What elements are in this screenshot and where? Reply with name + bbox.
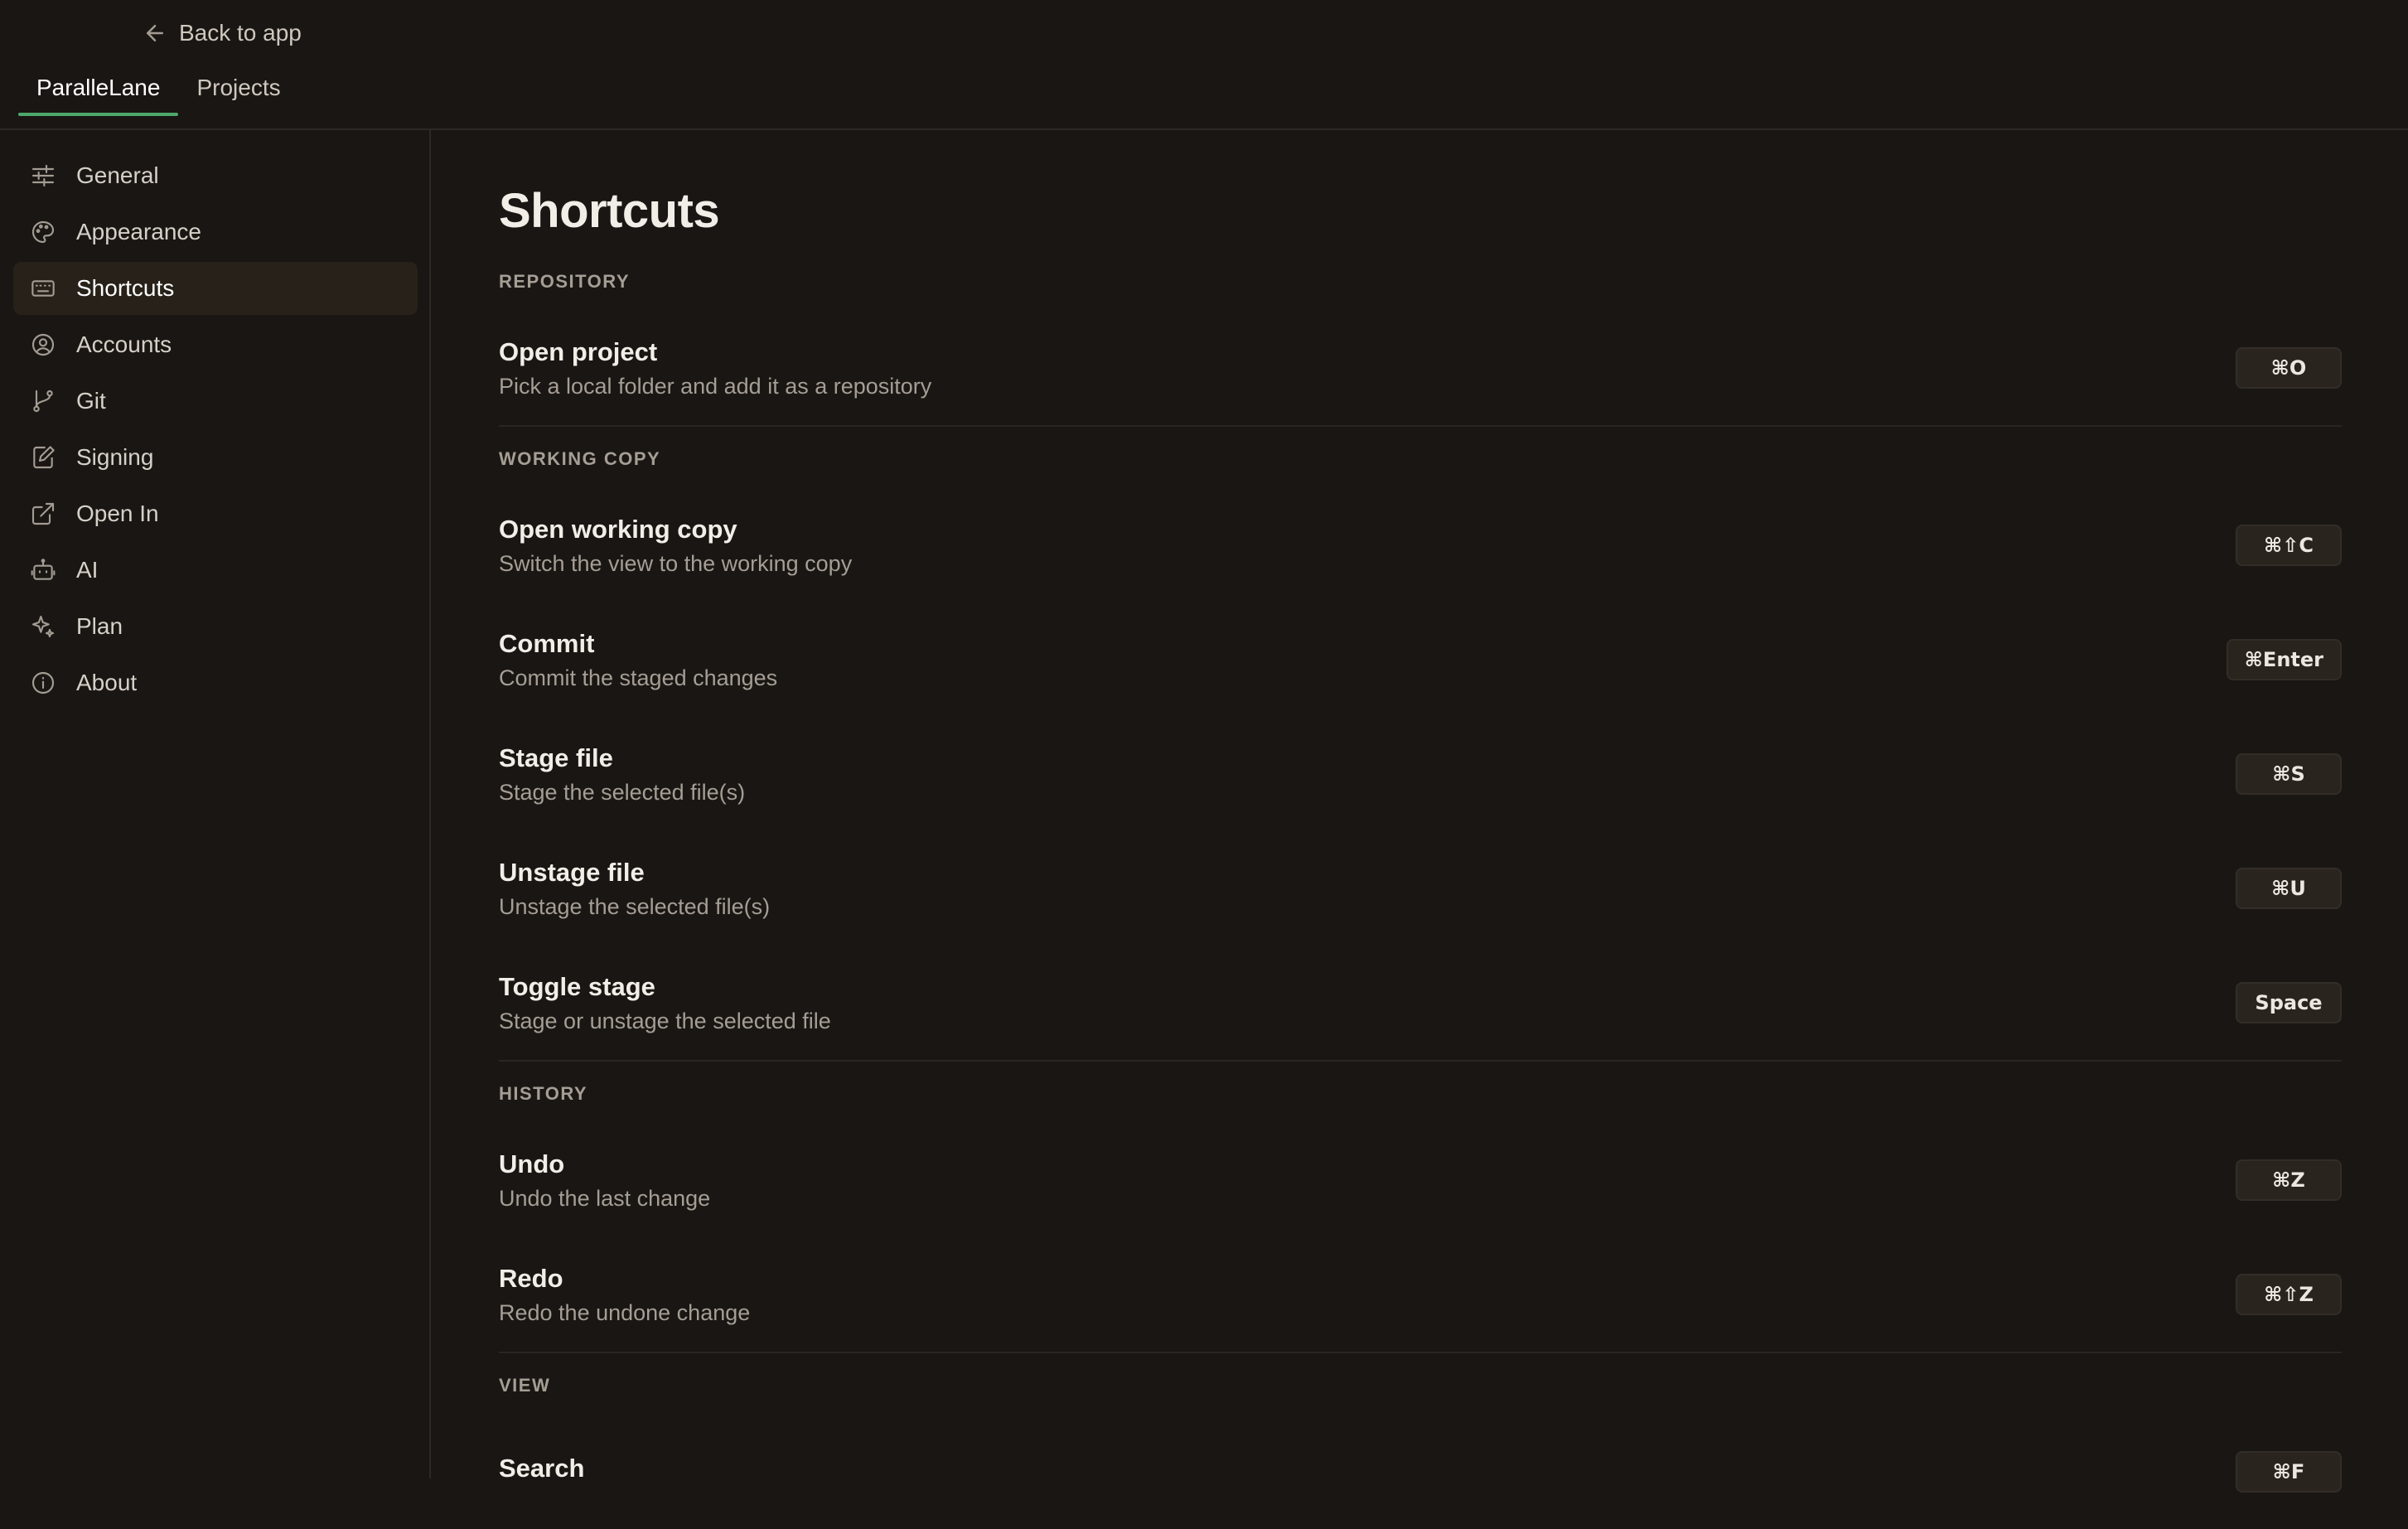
key-binding-button[interactable]: ⌘Z: [2236, 1159, 2342, 1201]
sidebar-item-label: About: [76, 670, 138, 695]
shortcut-label: Commit: [499, 628, 595, 658]
shortcut-description: Redo the undone change: [499, 1299, 751, 1325]
shortcut-label: Undo: [499, 1149, 565, 1178]
sidebar-item-git[interactable]: Git: [13, 375, 418, 428]
shortcut-description: Stage the selected file(s): [499, 779, 746, 805]
key-binding-button[interactable]: ⌘S: [2236, 753, 2342, 795]
external-link-icon: [30, 501, 56, 527]
shortcut-row-commit: Commit Commit the staged changes ⌘Enter: [499, 602, 2342, 717]
shortcut-row-stage-file: Stage file Stage the selected file(s) ⌘S: [499, 717, 2342, 831]
section-repository: REPOSITORY Open project Pick a local fol…: [499, 271, 2342, 427]
sidebar-item-label: Plan: [76, 613, 123, 639]
key-binding-button[interactable]: ⌘O: [2236, 347, 2342, 389]
sidebar-item-label: General: [76, 162, 159, 188]
sidebar-item-label: Git: [76, 388, 106, 414]
shortcut-description: Undo the last change: [499, 1185, 711, 1211]
sliders-icon: [30, 162, 56, 189]
shortcut-row-open-working-copy: Open working copy Switch the view to the…: [499, 488, 2342, 602]
tab-projects[interactable]: Projects: [178, 70, 298, 116]
key-binding-button[interactable]: ⌘U: [2236, 868, 2342, 909]
shortcut-description: Pick a local folder and add it as a repo…: [499, 373, 932, 399]
sidebar-item-label: Accounts: [76, 331, 172, 357]
sidebar-item-about[interactable]: About: [13, 656, 418, 709]
back-to-app-label: Back to app: [179, 20, 302, 46]
section-view: VIEW Search ⌘F: [499, 1353, 2342, 1529]
sidebar-item-label: Open In: [76, 501, 159, 526]
sidebar-item-label: AI: [76, 557, 99, 583]
info-icon: [30, 670, 56, 696]
tab-label: Projects: [196, 75, 281, 100]
sidebar-item-plan[interactable]: Plan: [13, 600, 418, 653]
shortcut-sections: REPOSITORY Open project Pick a local fol…: [499, 271, 2342, 1529]
shortcut-label: Open working copy: [499, 514, 737, 544]
key-binding-button[interactable]: Space: [2236, 982, 2342, 1023]
shortcut-label: Redo: [499, 1263, 563, 1293]
shortcut-row-open-project: Open project Pick a local folder and add…: [499, 311, 2342, 425]
shortcut-row-search: Search ⌘F: [499, 1415, 2342, 1529]
sidebar-item-label: Appearance: [76, 219, 202, 244]
git-branch-icon: [30, 388, 56, 414]
key-binding-button[interactable]: ⌘Enter: [2226, 639, 2342, 680]
key-binding-button[interactable]: ⌘⇧Z: [2236, 1274, 2342, 1315]
shortcut-row-unstage-file: Unstage file Unstage the selected file(s…: [499, 831, 2342, 946]
user-circle-icon: [30, 331, 56, 358]
sidebar-item-label: Signing: [76, 444, 154, 470]
palette-icon: [30, 219, 56, 245]
shortcut-label: Stage file: [499, 743, 613, 772]
top-tabs: ParalleLane Projects: [18, 70, 299, 116]
shortcut-row-redo: Redo Redo the undone change ⌘⇧Z: [499, 1237, 2342, 1352]
section-title: REPOSITORY: [499, 271, 631, 292]
section-title: VIEW: [499, 1375, 551, 1396]
signature-icon: [30, 444, 56, 471]
top-bar: Back to app ParalleLane Projects: [0, 0, 2408, 130]
sidebar-item-shortcuts[interactable]: Shortcuts: [13, 262, 418, 315]
shortcut-description: Switch the view to the working copy: [499, 550, 853, 576]
tab-paralleLane[interactable]: ParalleLane: [18, 70, 179, 116]
shortcut-label: Toggle stage: [499, 971, 655, 1001]
shortcut-label: Unstage file: [499, 857, 645, 887]
sidebar-item-signing[interactable]: Signing: [13, 431, 418, 484]
settings-sidebar: General Appearance Shortcuts Accounts Gi…: [0, 130, 431, 1478]
sidebar-item-accounts[interactable]: Accounts: [13, 318, 418, 371]
page-title: Shortcuts: [499, 184, 720, 238]
keyboard-icon: [30, 275, 56, 302]
sidebar-item-general[interactable]: General: [13, 149, 418, 202]
shortcut-row-toggle-stage: Toggle stage Stage or unstage the select…: [499, 946, 2342, 1060]
shortcut-row-undo: Undo Undo the last change ⌘Z: [499, 1123, 2342, 1237]
arrow-left-icon: [147, 25, 163, 41]
sidebar-item-open-in[interactable]: Open In: [13, 487, 418, 540]
shortcut-description: Unstage the selected file(s): [499, 893, 771, 919]
section-title: HISTORY: [499, 1083, 588, 1104]
shortcut-description: Commit the staged changes: [499, 665, 778, 690]
sidebar-item-appearance[interactable]: Appearance: [13, 206, 418, 259]
sidebar-item-ai[interactable]: AI: [13, 544, 418, 597]
shortcut-label: Open project: [499, 336, 658, 366]
shortcut-label: Search: [499, 1454, 585, 1483]
section-history: HISTORY Undo Undo the last change ⌘Z Red…: [499, 1062, 2342, 1353]
back-to-app-link[interactable]: Back to app: [143, 17, 302, 50]
section-title: WORKING COPY: [499, 448, 661, 469]
robot-icon: [30, 557, 56, 583]
tab-label: ParalleLane: [36, 75, 161, 100]
sparkles-icon: [30, 613, 56, 640]
section-working-copy: WORKING COPY Open working copy Switch th…: [499, 427, 2342, 1062]
key-binding-button[interactable]: ⌘F: [2236, 1451, 2342, 1493]
key-binding-button[interactable]: ⌘⇧C: [2236, 525, 2342, 566]
shortcut-description: Stage or unstage the selected file: [499, 1008, 831, 1033]
sidebar-item-label: Shortcuts: [76, 275, 175, 301]
